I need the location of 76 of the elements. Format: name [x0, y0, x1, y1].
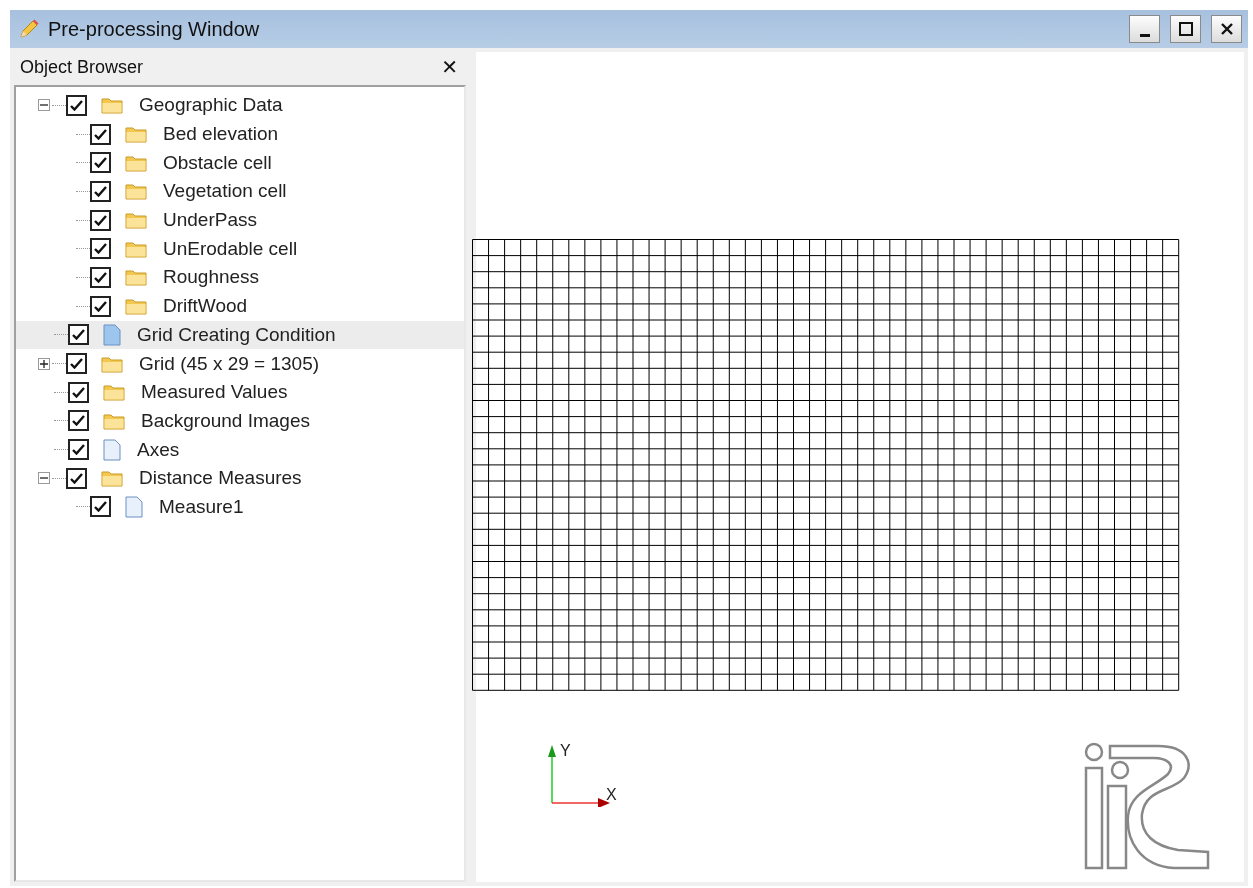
checkbox[interactable] — [66, 94, 87, 116]
checkmark-icon — [94, 214, 107, 226]
collapse-icon[interactable] — [38, 472, 50, 485]
close-icon — [1220, 23, 1233, 35]
pencil-icon — [18, 18, 40, 40]
folder-icon — [125, 211, 147, 230]
checkmark-icon — [94, 157, 107, 169]
tree-item[interactable]: Distance Measures — [16, 463, 464, 493]
window-title: Pre-processing Window — [48, 17, 261, 41]
checkbox[interactable] — [90, 123, 111, 145]
checkbox[interactable] — [90, 295, 111, 317]
tree-item[interactable]: Measured Values — [16, 377, 464, 407]
checkmark-icon — [94, 271, 107, 283]
minimize-button[interactable] — [1129, 15, 1160, 43]
minimize-icon — [1139, 33, 1150, 37]
tree-item[interactable]: Grid Creating Condition — [16, 320, 464, 350]
document-icon — [103, 438, 121, 461]
collapse-icon[interactable] — [38, 99, 50, 112]
folder-icon — [125, 153, 147, 172]
tree-item[interactable]: UnErodable cell — [16, 234, 464, 264]
checkmark-icon — [72, 386, 85, 398]
document-icon — [125, 495, 143, 518]
tree-item[interactable]: Measure1 — [16, 492, 464, 522]
tree-item[interactable]: Axes — [16, 435, 464, 464]
checkbox[interactable] — [66, 353, 87, 375]
folder-icon — [103, 383, 125, 402]
panel-title: Object Browser — [20, 56, 144, 78]
checkmark-icon — [70, 358, 83, 370]
axis-label: Y — [560, 742, 571, 760]
checkbox[interactable] — [66, 467, 87, 489]
folder-icon — [101, 354, 123, 373]
tree-item[interactable]: Bed elevation — [16, 119, 464, 149]
checkmark-icon — [94, 300, 107, 312]
folder-icon — [101, 469, 123, 488]
folder-icon — [125, 125, 147, 144]
plus-icon — [40, 359, 48, 368]
close-button[interactable] — [1211, 15, 1242, 43]
checkbox[interactable] — [68, 439, 89, 461]
tree-item[interactable]: Background Images — [16, 406, 464, 436]
checkmark-icon — [94, 501, 107, 513]
close-button[interactable]: ✕ — [437, 55, 462, 79]
tree-item[interactable]: Geographic Data — [16, 91, 464, 120]
checkbox[interactable] — [90, 238, 111, 260]
checkmark-icon — [70, 99, 83, 111]
axis-label: X — [606, 786, 617, 804]
tree-item[interactable]: Vegetation cell — [16, 177, 464, 206]
checkbox[interactable] — [90, 209, 111, 231]
tree-item[interactable]: Grid (45 x 29 = 1305) — [16, 349, 464, 378]
checkmark-icon — [94, 243, 107, 255]
maximize-icon — [1178, 22, 1193, 36]
folder-icon — [103, 411, 125, 430]
folder-icon — [125, 268, 147, 287]
expand-icon[interactable] — [38, 357, 50, 370]
folder-icon — [101, 96, 123, 115]
document-icon — [103, 323, 121, 346]
checkbox[interactable] — [90, 266, 111, 288]
tree-item[interactable]: Obstacle cell — [16, 148, 464, 178]
folder-icon — [125, 182, 147, 201]
folder-icon — [125, 239, 147, 258]
checkbox[interactable] — [68, 381, 89, 403]
checkbox[interactable] — [90, 496, 111, 518]
checkmark-icon — [70, 472, 83, 484]
checkmark-icon — [72, 329, 85, 341]
checkmark-icon — [72, 444, 85, 456]
checkbox[interactable] — [90, 180, 111, 202]
checkbox[interactable] — [90, 152, 111, 174]
checkbox[interactable] — [68, 410, 89, 432]
checkmark-icon — [94, 185, 107, 197]
tree-item[interactable]: Roughness — [16, 263, 464, 292]
tree-item[interactable]: UnderPass — [16, 205, 464, 235]
folder-icon — [125, 297, 147, 316]
checkmark-icon — [94, 128, 107, 140]
tree-item[interactable]: DriftWood — [16, 291, 464, 321]
checkmark-icon — [72, 415, 85, 427]
maximize-button[interactable] — [1170, 15, 1201, 43]
checkbox[interactable] — [68, 324, 89, 346]
